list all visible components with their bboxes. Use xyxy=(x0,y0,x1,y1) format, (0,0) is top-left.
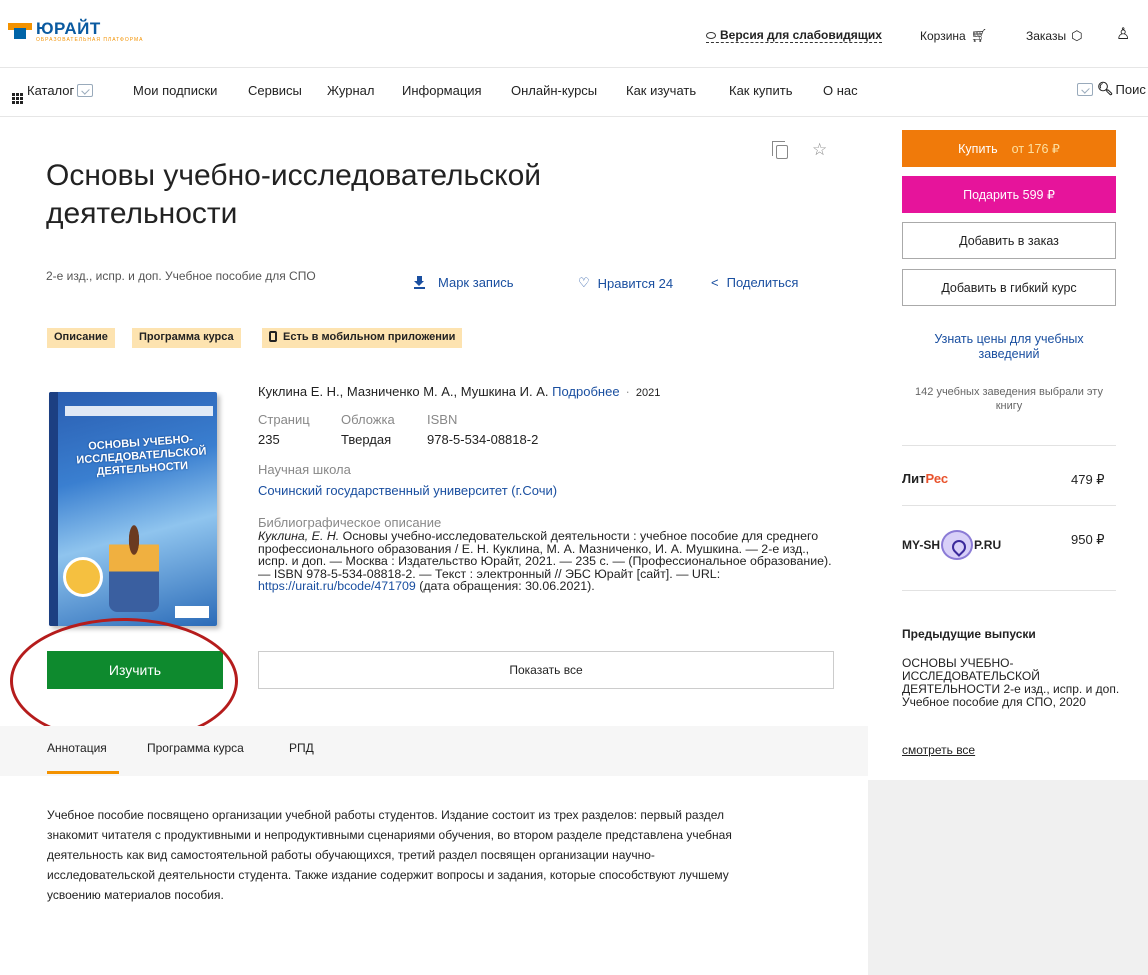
previous-issues-title: Предыдущие выпуски xyxy=(902,627,1036,641)
heart-icon: ♡ xyxy=(578,275,590,290)
litres-logo[interactable]: ЛитРес xyxy=(902,471,948,486)
logo-subtext: ОБРАЗОВАТЕЛЬНАЯ ПЛАТФОРМА xyxy=(36,37,144,43)
top-header: ЮРАЙТ ОБРАЗОВАТЕЛЬНАЯ ПЛАТФОРМА Версия д… xyxy=(0,0,1148,68)
nav-item-about[interactable]: О нас xyxy=(823,83,858,98)
previous-issue-item[interactable]: ОСНОВЫ УЧЕБНО-ИССЛЕДОВАТЕЛЬСКОЙ ДЕЯТЕЛЬН… xyxy=(902,657,1122,709)
cover-title: ОСНОВЫ УЧЕБНО-ИССЛЕДОВАТЕЛЬСКОЙ ДЕЯТЕЛЬН… xyxy=(76,433,207,479)
tabs-bar xyxy=(0,726,868,776)
myshop-bubble-icon xyxy=(941,530,974,560)
share-button[interactable]: < Поделиться xyxy=(711,275,798,290)
eye-icon xyxy=(706,31,716,39)
biblio-url-link[interactable]: https://urait.ru/bcode/471709 xyxy=(258,579,416,593)
institution-prices-link[interactable]: Узнать цены для учебных заведений xyxy=(912,332,1106,362)
add-to-course-button[interactable]: Добавить в гибкий курс xyxy=(902,269,1116,306)
logo-text: ЮРАЙТ xyxy=(36,19,101,38)
institutions-count: 142 учебных заведения выбрали эту книгу xyxy=(915,386,1103,412)
litres-price: 479 ₽ xyxy=(1071,472,1105,487)
see-all-link[interactable]: смотреть все xyxy=(902,743,975,757)
add-to-order-button[interactable]: Добавить в заказ xyxy=(902,222,1116,259)
logo-mark-icon xyxy=(8,23,32,39)
show-all-button[interactable]: Показать все xyxy=(258,651,834,689)
school-label: Научная школа xyxy=(258,462,351,477)
book-subtitle: 2-е изд., испр. и доп. Учебное пособие д… xyxy=(46,269,316,283)
share-icon: < xyxy=(711,275,719,290)
like-button[interactable]: ♡ Нравится 24 xyxy=(578,275,673,291)
nav-item-courses[interactable]: Онлайн-курсы xyxy=(511,83,597,98)
marc-record-button[interactable]: Марк запись xyxy=(414,275,514,290)
cart-icon: 🛒︎ xyxy=(970,28,988,43)
pages-value: 235 xyxy=(258,432,280,447)
biblio-description: Куклина, Е. Н. Основы учебно-исследовате… xyxy=(258,529,832,593)
dropdown-icon xyxy=(77,84,94,97)
nav-item-how-study[interactable]: Как изучать xyxy=(626,83,696,98)
active-tab-indicator xyxy=(47,771,119,774)
pages-label: Страниц xyxy=(258,412,310,427)
nav-item-subscriptions[interactable]: Мои подписки xyxy=(133,83,217,98)
gift-button[interactable]: Подарить 599 ₽ xyxy=(902,176,1116,213)
copy-icon[interactable] xyxy=(772,141,788,159)
nav-item-info[interactable]: Информация xyxy=(402,83,482,98)
search-icon: 🔍︎ xyxy=(1097,81,1114,96)
school-link[interactable]: Сочинский государственный университет (г… xyxy=(258,483,557,498)
orders-link[interactable]: Заказы ⬡ xyxy=(1026,28,1082,44)
binding-value: Твердая xyxy=(341,432,392,447)
myshop-price: 950 ₽ xyxy=(1071,532,1105,547)
user-icon[interactable]: ♙ xyxy=(1116,24,1130,44)
accessible-version-link[interactable]: Версия для слабовидящих xyxy=(706,28,882,43)
page-title: Основы учебно-исследовательской деятельн… xyxy=(46,159,542,230)
dropdown-icon xyxy=(1077,82,1093,96)
grid-icon xyxy=(12,93,23,104)
nav-item-how-buy[interactable]: Как купить xyxy=(729,83,792,98)
annotation-text: Учебное пособие посвящено организации уч… xyxy=(47,808,732,902)
urait-logo[interactable]: ЮРАЙТ ОБРАЗОВАТЕЛЬНАЯ ПЛАТФОРМА xyxy=(8,20,144,50)
tab-rpd[interactable]: РПД xyxy=(289,741,314,755)
tag-description[interactable]: Описание xyxy=(47,328,115,348)
tab-program[interactable]: Программа курса xyxy=(147,741,244,755)
isbn-label: ISBN xyxy=(427,412,458,427)
tab-annotation[interactable]: Аннотация xyxy=(47,741,107,755)
main-nav: Каталог Мои подписки Сервисы Журнал Инфо… xyxy=(0,69,1148,117)
tag-mobile-app[interactable]: Есть в мобильном приложении xyxy=(262,328,463,348)
download-icon xyxy=(414,276,425,289)
phone-icon xyxy=(269,331,277,342)
more-link[interactable]: Подробнее xyxy=(552,384,619,399)
authors: Куклина Е. Н., Мазниченко М. А., Мушкина… xyxy=(258,384,549,399)
biblio-label: Библиографическое описание xyxy=(258,515,442,530)
year: 2021 xyxy=(635,387,661,399)
search-button[interactable]: 🔍︎ Поис xyxy=(1074,81,1146,97)
myshop-logo[interactable]: MY-SH P.RU xyxy=(902,530,1001,560)
star-icon[interactable]: ☆ xyxy=(812,140,827,160)
tag-program[interactable]: Программа курса xyxy=(132,328,241,348)
book-cover[interactable]: ОСНОВЫ УЧЕБНО-ИССЛЕДОВАТЕЛЬСКОЙ ДЕЯТЕЛЬН… xyxy=(37,390,223,630)
nav-item-services[interactable]: Сервисы xyxy=(248,83,302,98)
sidebar-footer-area xyxy=(868,780,1148,975)
nav-item-journal[interactable]: Журнал xyxy=(327,83,374,98)
cover-illustration xyxy=(109,522,159,612)
box-icon: ⬡ xyxy=(1071,28,1083,43)
cart-link[interactable]: Корзина 🛒︎ xyxy=(920,28,987,44)
isbn-value: 978-5-534-08818-2 xyxy=(427,432,539,447)
catalog-button[interactable]: Каталог xyxy=(12,83,94,104)
buy-button[interactable]: Купить от 176 ₽ xyxy=(902,130,1116,167)
cover-label: Обложка xyxy=(341,412,395,427)
book-authors-line: Куклина Е. Н., Мазниченко М. А., Мушкина… xyxy=(258,384,661,399)
